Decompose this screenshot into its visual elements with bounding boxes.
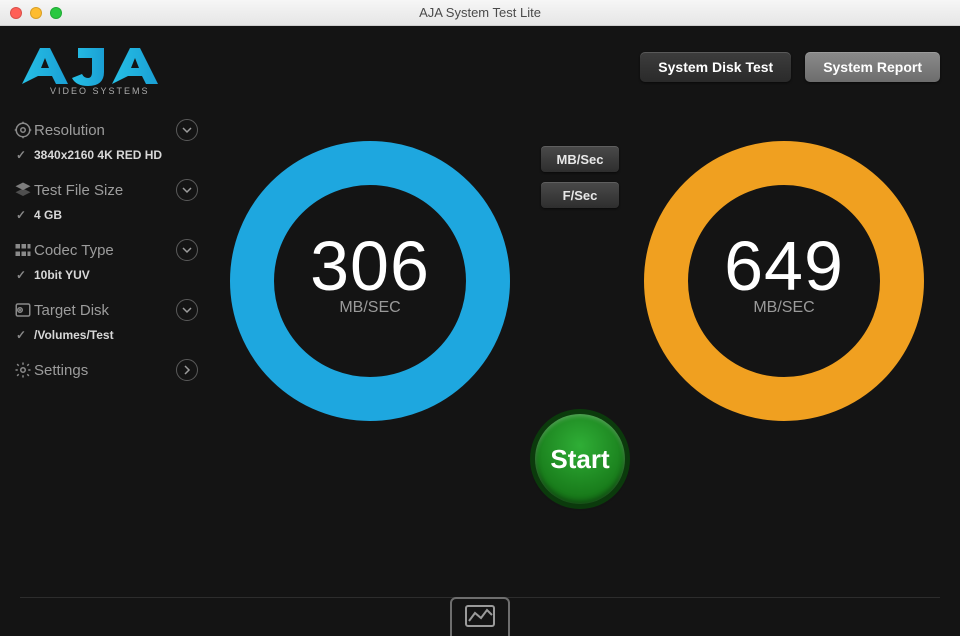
system-report-button[interactable]: System Report (805, 52, 940, 82)
minimize-window-button[interactable] (30, 7, 42, 19)
system-disk-test-button[interactable]: System Disk Test (640, 52, 791, 82)
window-title: AJA System Test Lite (0, 5, 960, 20)
resolution-icon (12, 121, 34, 139)
units-f-sec-button[interactable]: F/Sec (541, 182, 619, 208)
target-disk-label: Target Disk (34, 302, 176, 319)
graph-toggle-button[interactable] (450, 597, 510, 636)
codec-icon (12, 241, 34, 259)
disk-icon (12, 301, 34, 319)
check-icon: ✓ (14, 328, 28, 342)
zoom-window-button[interactable] (50, 7, 62, 19)
settings-button[interactable]: Settings (12, 356, 198, 384)
check-icon: ✓ (14, 208, 28, 222)
target-disk-value: /Volumes/Test (34, 328, 114, 342)
file-size-value: 4 GB (34, 208, 62, 222)
chevron-down-icon (176, 119, 198, 141)
read-value: 649 (724, 231, 844, 301)
chevron-down-icon (176, 179, 198, 201)
app-body: VIDEO SYSTEMS System Disk Test System Re… (0, 26, 960, 636)
resolution-value: 3840x2160 4K RED HD (34, 148, 162, 162)
read-gauge: 649 MB/SEC READ (634, 136, 934, 476)
chevron-down-icon (176, 299, 198, 321)
write-gauge: 306 MB/SEC WRITE (220, 136, 520, 476)
codec-value: 10bit YUV (34, 268, 90, 282)
layers-icon (12, 181, 34, 199)
resolution-label: Resolution (34, 122, 176, 139)
codec-label: Codec Type (34, 242, 176, 259)
target-disk-dropdown[interactable]: Target Disk (12, 296, 198, 324)
resolution-dropdown[interactable]: Resolution (12, 116, 198, 144)
codec-dropdown[interactable]: Codec Type (12, 236, 198, 264)
chevron-down-icon (176, 239, 198, 261)
window-titlebar: AJA System Test Lite (0, 0, 960, 26)
settings-sidebar: Resolution ✓ 3840x2160 4K RED HD Test Fil… (12, 116, 198, 392)
close-window-button[interactable] (10, 7, 22, 19)
chevron-right-icon (176, 359, 198, 381)
gear-icon (12, 361, 34, 379)
graph-icon (465, 605, 495, 632)
brand-tagline: VIDEO SYSTEMS (50, 86, 150, 96)
file-size-dropdown[interactable]: Test File Size (12, 176, 198, 204)
units-mb-sec-button[interactable]: MB/Sec (541, 146, 619, 172)
start-button[interactable]: Start (535, 414, 625, 504)
settings-label: Settings (34, 362, 176, 379)
brand-logo: VIDEO SYSTEMS (16, 46, 176, 96)
check-icon: ✓ (14, 148, 28, 162)
write-value: 306 (310, 231, 430, 301)
check-icon: ✓ (14, 268, 28, 282)
window-controls (10, 7, 62, 19)
file-size-label: Test File Size (34, 182, 176, 199)
